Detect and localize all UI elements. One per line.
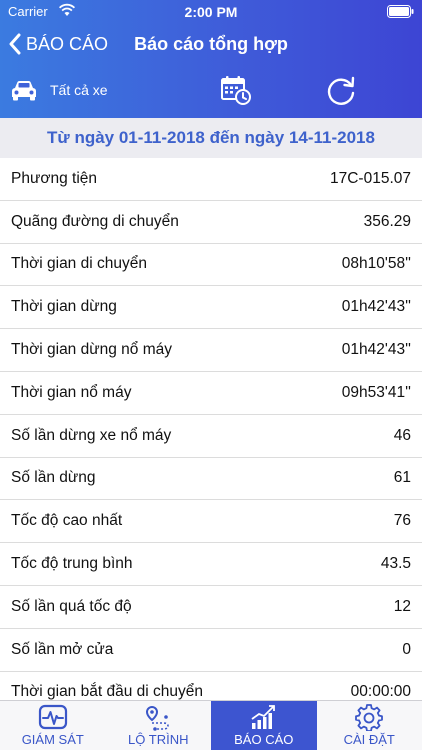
tab-label: LỘ TRÌNH <box>128 732 189 747</box>
row-label: Thời gian nổ máy <box>11 383 132 401</box>
report-row: Thời gian di chuyển 08h10'58'' <box>0 244 422 287</box>
report-toolbar: Tất cả xe <box>0 68 422 114</box>
monitor-icon <box>38 704 67 730</box>
row-value: 46 <box>393 426 411 444</box>
tab-label: BÁO CÁO <box>234 732 294 747</box>
row-label: Thời gian dừng <box>11 298 117 316</box>
report-row: Số lần quá tốc độ 12 <box>0 586 422 629</box>
row-value: 43.5 <box>380 555 411 573</box>
report-row: Số lần mở cửa 0 <box>0 629 422 672</box>
refresh-icon[interactable] <box>324 74 358 108</box>
car-icon <box>12 81 36 101</box>
calendar-clock-icon[interactable] <box>220 74 252 106</box>
report-row: Quãng đường di chuyển 356.29 <box>0 201 422 244</box>
report-row: Thời gian bắt đầu di chuyển 00:00:00 <box>0 672 422 700</box>
row-value: 76 <box>393 512 411 530</box>
report-row: Tốc độ cao nhất 76 <box>0 500 422 544</box>
row-value: 01h42'43'' <box>341 298 411 316</box>
row-label: Tốc độ trung bình <box>11 555 133 573</box>
bottom-tab-bar: GIÁM SÁT LỘ TRÌNH BÁO CÁO CÀI ĐẶT <box>0 700 422 750</box>
navigation-bar: BÁO CÁO Báo cáo tổng hợp <box>0 26 422 62</box>
tab-report[interactable]: BÁO CÁO <box>211 701 317 750</box>
row-label: Số lần mở cửa <box>11 640 114 658</box>
row-value: 08h10'58'' <box>341 255 411 273</box>
report-row: Phương tiện 17C-015.07 <box>0 158 422 201</box>
report-row: Tốc độ trung bình 43.5 <box>0 543 422 586</box>
row-label: Thời gian di chuyển <box>11 255 147 273</box>
row-value: 61 <box>393 469 411 487</box>
report-summary-list: Phương tiện 17C-015.07 Quãng đường di ch… <box>0 158 422 700</box>
gear-icon <box>355 704 384 731</box>
row-value: 12 <box>393 597 411 615</box>
vehicle-filter[interactable]: Tất cả xe <box>50 82 108 98</box>
row-label: Số lần dừng xe nổ máy <box>11 426 172 444</box>
row-label: Thời gian bắt đầu di chuyển <box>11 683 203 700</box>
row-value: 356.29 <box>363 212 411 230</box>
route-icon <box>146 705 170 731</box>
page-title: Báo cáo tổng hợp <box>134 34 288 54</box>
tab-settings[interactable]: CÀI ĐẶT <box>317 701 422 750</box>
report-chart-icon <box>251 705 275 729</box>
app-header: Carrier 2:00 PM BÁO CÁO Báo cáo tổng hợp <box>0 0 422 118</box>
row-label: Số lần quá tốc độ <box>11 597 132 615</box>
row-label: Thời gian dừng nổ máy <box>11 341 172 359</box>
row-label: Phương tiện <box>11 169 98 187</box>
report-row: Số lần dừng xe nổ máy 46 <box>0 415 422 458</box>
date-range-label: Từ ngày 01-11-2018 đến ngày 14-11-2018 <box>0 118 422 158</box>
report-row: Thời gian dừng 01h42'43'' <box>0 286 422 330</box>
status-bar: Carrier 2:00 PM <box>0 0 422 24</box>
battery-icon <box>387 5 414 18</box>
row-label: Tốc độ cao nhất <box>11 512 123 530</box>
tab-monitor[interactable]: GIÁM SÁT <box>0 701 106 750</box>
report-row: Số lần dừng 61 <box>0 458 422 501</box>
row-value: 17C-015.07 <box>329 169 411 187</box>
row-value: 01h42'43'' <box>341 341 411 359</box>
row-value: 09h53'41'' <box>341 383 411 401</box>
clock: 2:00 PM <box>184 4 238 20</box>
tab-label: CÀI ĐẶT <box>343 732 395 747</box>
tab-route[interactable]: LỘ TRÌNH <box>106 701 212 750</box>
report-row: Thời gian dừng nổ máy 01h42'43'' <box>0 329 422 372</box>
row-value: 0 <box>402 640 411 658</box>
report-row: Thời gian nổ máy 09h53'41'' <box>0 372 422 415</box>
row-value: 00:00:00 <box>350 683 411 700</box>
tab-label: GIÁM SÁT <box>21 732 84 747</box>
row-label: Số lần dừng <box>11 469 96 487</box>
row-label: Quãng đường di chuyển <box>11 212 179 230</box>
